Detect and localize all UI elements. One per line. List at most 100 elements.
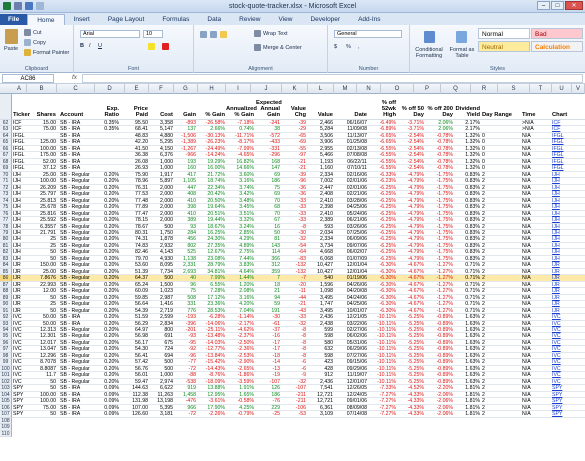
column-title: % Gain xyxy=(205,112,225,118)
undo-icon[interactable] xyxy=(25,2,33,10)
close-button[interactable]: ✕ xyxy=(565,1,583,10)
table-cell: 1.81% xyxy=(465,411,480,418)
column-title: Gain xyxy=(183,112,196,118)
tab-add-ins[interactable]: Add-Ins xyxy=(349,14,389,25)
column-header-u[interactable]: U xyxy=(552,84,572,94)
italic-button[interactable]: I xyxy=(89,43,91,49)
tab-data[interactable]: Data xyxy=(198,14,230,25)
column-header-d[interactable]: D xyxy=(95,84,125,94)
column-header-t[interactable]: T xyxy=(530,84,552,94)
formula-bar: AC86 fx xyxy=(0,73,585,84)
column-header-b[interactable]: B xyxy=(27,84,57,94)
percent-button[interactable]: % xyxy=(346,44,351,50)
spreadsheet-grid[interactable]: ABCDEFGHIJKLMNOPQRSTUV 62 63 64 65 66 67 68 69 7… xyxy=(0,84,585,461)
redo-icon[interactable] xyxy=(36,2,44,10)
minimize-button[interactable]: – xyxy=(537,1,550,10)
alignment-label: Alignment xyxy=(248,66,273,72)
column-header-f[interactable]: F xyxy=(149,84,174,94)
column-title: % off 50 Day xyxy=(401,106,424,118)
alignment-group: Wrap Text Merge & Center Alignment xyxy=(194,25,328,73)
tab-page-layout[interactable]: Page Layout xyxy=(99,14,154,25)
format-as-table-button[interactable]: Format as Table xyxy=(448,47,476,59)
format-painter-button[interactable]: Format Painter xyxy=(24,49,69,56)
tab-insert[interactable]: Insert xyxy=(65,14,99,25)
paste-icon xyxy=(4,29,18,44)
align-middle-icon[interactable] xyxy=(210,31,217,38)
column-header-e[interactable]: E xyxy=(125,84,149,94)
tab-home[interactable]: Home xyxy=(27,14,65,25)
column-header-g[interactable]: G xyxy=(174,84,198,94)
table-row[interactable]: SPY 50 SB - IRA 0.09% 126.60 3,181 -72 -2.26% -0… xyxy=(12,411,585,418)
currency-button[interactable]: $ xyxy=(334,44,337,50)
column-header-n[interactable]: N xyxy=(357,84,381,94)
wrap-text-button[interactable]: Wrap Text xyxy=(254,30,288,37)
column-header-r[interactable]: R xyxy=(471,84,498,94)
save-icon[interactable] xyxy=(14,2,22,10)
column-header-q[interactable]: Q xyxy=(441,84,471,94)
column-header-h[interactable]: H xyxy=(198,84,226,94)
row-header[interactable]: 110 xyxy=(0,430,12,437)
number-format-select[interactable]: General xyxy=(334,30,402,38)
column-header-k[interactable]: K xyxy=(282,84,308,94)
table-cell: -7.27% xyxy=(379,411,396,418)
tab-formulas[interactable]: Formulas xyxy=(153,14,198,25)
maximize-button[interactable]: □ xyxy=(551,1,564,10)
table-body: ICF 15.00 SB - IRA 0.35% 95.50 3,358 -893 -26.5… xyxy=(12,120,585,418)
column-header-v[interactable]: V xyxy=(572,84,585,94)
fill-color-icon[interactable] xyxy=(148,43,155,50)
conditional-formatting-icon xyxy=(424,31,435,43)
merge-center-button[interactable]: Merge & Center xyxy=(254,44,302,51)
column-title: % off 200 Day xyxy=(427,106,453,118)
style-calculation[interactable]: Calculation xyxy=(531,41,583,52)
align-top-icon[interactable] xyxy=(200,31,207,38)
tab-review[interactable]: Review xyxy=(230,14,269,25)
column-header-o[interactable]: O xyxy=(381,84,414,94)
conditional-formatting-button[interactable]: Conditional Formatting xyxy=(412,47,446,59)
column-header-a[interactable]: A xyxy=(12,84,27,94)
column-title: Price Paid xyxy=(133,106,148,118)
table-cell: SB - IRA xyxy=(60,411,81,418)
bold-button[interactable]: B xyxy=(80,43,84,49)
tab-developer[interactable]: Developer xyxy=(301,14,349,25)
name-box[interactable]: AC86 xyxy=(2,74,54,83)
paste-button[interactable]: Paste xyxy=(4,29,18,52)
column-title: Exp. Ratio xyxy=(104,106,120,118)
column-header-l[interactable]: L xyxy=(308,84,334,94)
tab-view[interactable]: View xyxy=(269,14,301,25)
column-title: Shares xyxy=(36,112,56,118)
style-neutral[interactable]: Neutral xyxy=(478,41,530,52)
table-cell: -4.33% xyxy=(407,411,424,418)
column-header-m[interactable]: M xyxy=(334,84,357,94)
column-header-c[interactable]: C xyxy=(57,84,95,94)
column-header-s[interactable]: S xyxy=(498,84,530,94)
column-title: Dividend Yield xyxy=(455,106,480,118)
style-bad[interactable]: Bad xyxy=(531,28,583,39)
table-cell: -53 xyxy=(298,411,307,418)
cut-button[interactable]: Cut xyxy=(24,29,42,36)
column-headers: ABCDEFGHIJKLMNOPQRSTUV xyxy=(0,84,585,94)
font-color-icon[interactable] xyxy=(162,43,169,50)
row-header-spacer xyxy=(0,94,12,120)
font-name-select[interactable]: Arial xyxy=(80,30,140,38)
column-title: Expected Annual Gain xyxy=(256,100,282,118)
tab-file[interactable]: File xyxy=(0,14,28,25)
table-cell: N/A xyxy=(522,411,531,418)
row-headers: 62 63 64 65 66 67 68 69 70 71 72 73 74 75 76 77 78 79 80 81… xyxy=(0,94,12,437)
column-header-i[interactable]: I xyxy=(226,84,251,94)
table-header-row: Ticker Shares Account Exp. Ratio Price Paid C… xyxy=(12,94,585,120)
table-cell: 126.60 xyxy=(132,411,148,418)
style-normal[interactable]: Normal xyxy=(478,28,530,39)
chart-link[interactable]: SPY xyxy=(552,411,572,417)
clipboard-group: Paste Cut Copy Format Painter Clipboard xyxy=(0,25,74,73)
column-header-j[interactable]: J xyxy=(251,84,282,94)
column-title: Annualized % Gain xyxy=(226,106,257,118)
fx-icon[interactable]: fx xyxy=(72,74,77,81)
comma-button[interactable]: , xyxy=(358,44,360,50)
column-title: Ticker xyxy=(13,112,30,118)
align-bottom-icon[interactable] xyxy=(220,31,227,38)
font-size-select[interactable]: 10 xyxy=(143,30,163,38)
column-header-p[interactable]: P xyxy=(414,84,441,94)
formula-input[interactable] xyxy=(82,74,583,83)
copy-button[interactable]: Copy xyxy=(24,39,46,46)
underline-button[interactable]: U xyxy=(98,43,102,49)
